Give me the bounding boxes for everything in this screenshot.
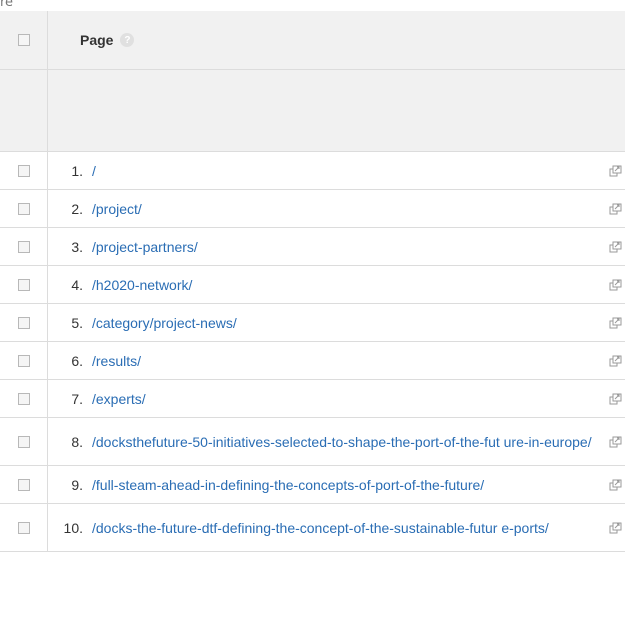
- open-in-new-window-icon[interactable]: [605, 190, 625, 227]
- table-row: 3. /project-partners/: [0, 228, 625, 266]
- table-row: 5. /category/project-news/: [0, 304, 625, 342]
- table-row: 6. /results/: [0, 342, 625, 380]
- page-path-link[interactable]: /docksthefuture-50-initiatives-selected-…: [92, 418, 605, 465]
- row-number: 10.: [63, 519, 83, 536]
- page-path-link[interactable]: /experts/: [92, 380, 605, 417]
- row-checkbox[interactable]: [17, 435, 30, 448]
- row-number: 3.: [71, 238, 83, 255]
- open-in-new-window-icon[interactable]: [605, 380, 625, 417]
- cropped-label: re: [0, 0, 14, 10]
- open-in-new-window-icon[interactable]: [605, 342, 625, 379]
- pages-table: Page ? 1. / 2. /project/ 3. /project-par…: [0, 11, 625, 552]
- row-check-cell[interactable]: [0, 304, 48, 341]
- open-in-new-window-icon[interactable]: [605, 266, 625, 303]
- page-path-link[interactable]: /category/project-news/: [92, 304, 605, 341]
- select-all-checkbox[interactable]: [17, 34, 30, 46]
- row-check-cell[interactable]: [0, 190, 48, 227]
- row-check-cell[interactable]: [0, 504, 48, 551]
- row-checkbox[interactable]: [17, 164, 30, 177]
- table-row: 8. /docksthefuture-50-initiatives-select…: [0, 418, 625, 466]
- row-check-cell[interactable]: [0, 342, 48, 379]
- row-check-cell[interactable]: [0, 266, 48, 303]
- page-column-header[interactable]: Page ?: [48, 11, 625, 69]
- page-path-link[interactable]: /h2020-network/: [92, 266, 605, 303]
- row-checkbox[interactable]: [17, 521, 30, 534]
- row-checkbox[interactable]: [17, 316, 30, 329]
- row-number: 2.: [71, 200, 83, 217]
- page-path-link[interactable]: /project/: [92, 190, 605, 227]
- row-number: 7.: [71, 390, 83, 407]
- open-in-new-window-icon[interactable]: [605, 152, 625, 189]
- row-number: 6.: [71, 352, 83, 369]
- summary-row: [0, 70, 625, 152]
- page-path-link[interactable]: /full-steam-ahead-in-defining-the-concep…: [92, 466, 605, 503]
- row-number: 1.: [71, 162, 83, 179]
- row-number: 4.: [71, 276, 83, 293]
- row-checkbox[interactable]: [17, 202, 30, 215]
- open-in-new-window-icon[interactable]: [605, 466, 625, 503]
- row-check-cell[interactable]: [0, 380, 48, 417]
- table-row: 7. /experts/: [0, 380, 625, 418]
- row-check-cell[interactable]: [0, 466, 48, 503]
- help-icon[interactable]: ?: [120, 33, 135, 47]
- row-check-cell[interactable]: [0, 228, 48, 265]
- page-path-link[interactable]: /docks-the-future-dtf-defining-the-conce…: [92, 504, 605, 551]
- row-checkbox[interactable]: [17, 240, 30, 253]
- table-row: 10. /docks-the-future-dtf-defining-the-c…: [0, 504, 625, 552]
- open-in-new-window-icon[interactable]: [605, 418, 625, 465]
- open-in-new-window-icon[interactable]: [605, 504, 625, 551]
- summary-check-cell: [0, 70, 48, 151]
- table-header-row: Page ?: [0, 11, 625, 70]
- page-column-label: Page: [80, 32, 114, 48]
- table-row: 2. /project/: [0, 190, 625, 228]
- open-in-new-window-icon[interactable]: [605, 228, 625, 265]
- row-check-cell[interactable]: [0, 152, 48, 189]
- select-all-cell[interactable]: [0, 11, 48, 69]
- row-checkbox[interactable]: [17, 278, 30, 291]
- row-number: 8.: [71, 433, 83, 450]
- table-row: 9. /full-steam-ahead-in-defining-the-con…: [0, 466, 625, 504]
- table-row: 1. /: [0, 152, 625, 190]
- row-number: 5.: [71, 314, 83, 331]
- row-checkbox[interactable]: [17, 392, 30, 405]
- page-path-link[interactable]: /: [92, 152, 605, 189]
- open-in-new-window-icon[interactable]: [605, 304, 625, 341]
- page-path-link[interactable]: /results/: [92, 342, 605, 379]
- row-checkbox[interactable]: [17, 354, 30, 367]
- table-row: 4. /h2020-network/: [0, 266, 625, 304]
- page-path-link[interactable]: /project-partners/: [92, 228, 605, 265]
- row-checkbox[interactable]: [17, 478, 30, 491]
- row-check-cell[interactable]: [0, 418, 48, 465]
- row-number: 9.: [71, 476, 83, 493]
